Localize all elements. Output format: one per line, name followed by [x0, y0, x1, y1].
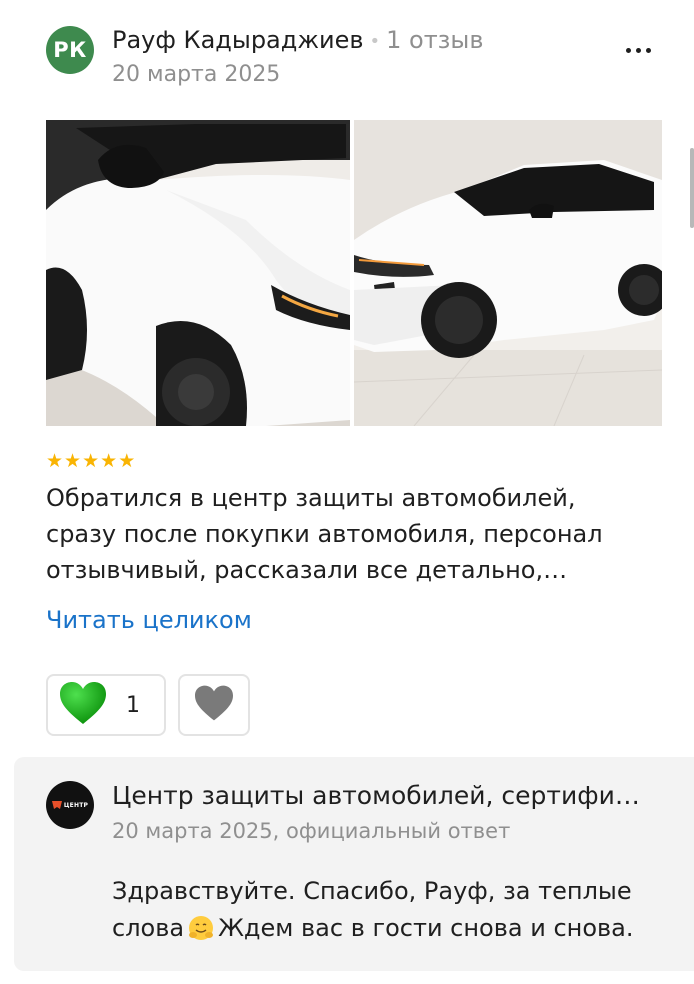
star-icon: ★	[82, 450, 100, 472]
heart-button[interactable]	[178, 674, 250, 736]
rating-stars: ★ ★ ★ ★ ★	[46, 450, 135, 472]
review-photo-1[interactable]	[46, 120, 350, 426]
reply-text-part-2: Ждем вас в гости снова и снова.	[218, 914, 634, 942]
scrollbar-thumb[interactable]	[690, 148, 694, 228]
car-photo-side-view-icon	[354, 120, 662, 426]
green-heart-icon	[58, 680, 108, 730]
star-icon: ★	[46, 450, 64, 472]
read-more-link[interactable]: Читать целиком	[46, 606, 252, 634]
like-count: 1	[126, 692, 140, 718]
org-name[interactable]: Центр защиты автомобилей, сертифи…	[112, 781, 652, 810]
car-photo-front-closeup-icon	[46, 120, 350, 426]
review-photo-2[interactable]	[354, 120, 662, 426]
more-options-button[interactable]	[620, 38, 656, 62]
owner-reply: ЦЕНТР Центр защиты автомобилей, сертифи……	[14, 757, 694, 971]
author-name[interactable]: Рауф Кадыраджиев	[112, 26, 363, 54]
org-logo[interactable]: ЦЕНТР	[46, 781, 94, 829]
shield-icon	[51, 801, 62, 809]
org-logo-text: ЦЕНТР	[63, 801, 89, 809]
reply-text: Здравствуйте. Спасибо, Рауф, за теплые с…	[112, 873, 682, 952]
star-icon: ★	[100, 450, 118, 472]
star-icon: ★	[118, 450, 136, 472]
review-date: 20 марта 2025	[112, 62, 281, 87]
separator-dot: •	[369, 30, 381, 52]
star-icon: ★	[64, 450, 82, 472]
author-avatar[interactable]: РК	[46, 26, 94, 74]
review-text: Обратился в центр защиты автомобилей, ср…	[46, 484, 603, 584]
hugging-face-icon	[188, 915, 214, 952]
like-button[interactable]: 1	[46, 674, 166, 736]
author-line: Рауф Кадыраджиев • 1 отзыв	[112, 26, 484, 54]
reply-meta: 20 марта 2025, официальный ответ	[112, 819, 511, 843]
gray-heart-icon	[193, 684, 235, 726]
author-review-count: 1 отзыв	[386, 26, 484, 54]
